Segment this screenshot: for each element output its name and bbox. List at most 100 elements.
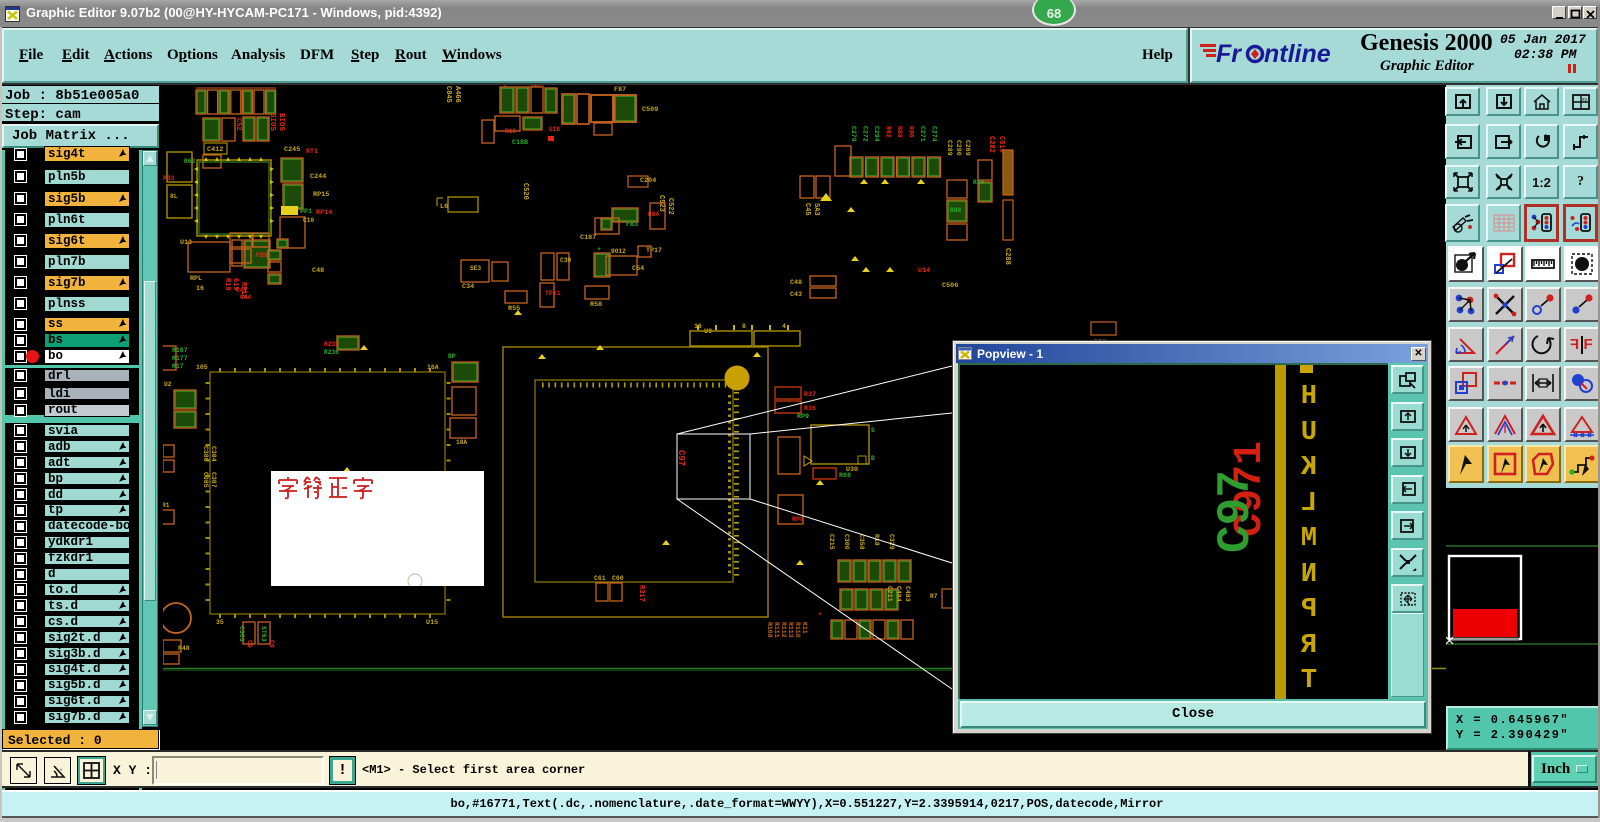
svg-text:H: H xyxy=(1301,382,1317,412)
svg-text:C484: C484 xyxy=(895,586,902,602)
svg-text:C211: C211 xyxy=(886,586,893,602)
svg-text:PP1: PP1 xyxy=(300,208,312,216)
svg-text:+: + xyxy=(597,246,601,254)
svg-text:FB9: FB9 xyxy=(256,252,268,260)
svg-text:SE3: SE3 xyxy=(470,265,481,272)
svg-text:C100: C100 xyxy=(530,85,545,88)
svg-text:C300: C300 xyxy=(843,534,850,550)
svg-text:R236: R236 xyxy=(324,349,339,356)
svg-text:K: K xyxy=(1300,453,1317,483)
svg-text:R235: R235 xyxy=(324,341,339,348)
svg-text:C385: C385 xyxy=(202,472,209,488)
svg-text:C509: C509 xyxy=(642,106,658,114)
svg-text:16: 16 xyxy=(196,285,204,293)
svg-text:+: + xyxy=(818,611,822,619)
svg-text:R111: R111 xyxy=(773,622,780,638)
svg-text:BIOS: BIOS xyxy=(268,113,276,132)
svg-text:P: P xyxy=(1301,595,1317,625)
svg-text:C48: C48 xyxy=(312,267,324,275)
svg-text:RP14: RP14 xyxy=(316,209,332,217)
svg-text:C41: C41 xyxy=(236,287,247,294)
svg-text:4: 4 xyxy=(782,323,786,330)
svg-text:R113: R113 xyxy=(787,622,794,638)
svg-text:L6: L6 xyxy=(440,203,448,211)
svg-text:U18: U18 xyxy=(549,126,560,133)
svg-text:U15: U15 xyxy=(426,619,438,627)
svg-text:R177: R177 xyxy=(172,355,188,362)
svg-text:R92: R92 xyxy=(885,126,892,138)
svg-text:C18B: C18B xyxy=(512,139,528,147)
svg-text:16A: 16A xyxy=(427,364,439,371)
svg-text:C271: C271 xyxy=(919,126,926,142)
svg-text:C845: C845 xyxy=(444,86,452,103)
svg-text:R167: R167 xyxy=(172,347,188,354)
svg-text:C483: C483 xyxy=(904,586,911,602)
svg-text:RP15: RP15 xyxy=(313,191,329,199)
svg-text:C358: C358 xyxy=(858,534,865,550)
svg-text:18A: 18A xyxy=(456,439,467,446)
svg-text:RPL: RPL xyxy=(190,275,202,283)
svg-text:RP8: RP8 xyxy=(792,516,804,524)
svg-text:°: ° xyxy=(60,769,63,775)
svg-text:R17: R17 xyxy=(172,363,184,370)
svg-text:R108: R108 xyxy=(766,622,773,638)
svg-text:F87: F87 xyxy=(614,86,626,94)
svg-text:C387: C387 xyxy=(210,472,217,488)
svg-text:U13: U13 xyxy=(180,239,192,247)
svg-text:U9: U9 xyxy=(704,328,712,336)
svg-text:R68: R68 xyxy=(839,472,851,480)
svg-text:R63: R63 xyxy=(184,158,195,165)
svg-text:C274: C274 xyxy=(931,126,938,142)
svg-text:C44: C44 xyxy=(240,294,251,301)
svg-text:C52: C52 xyxy=(234,118,242,131)
svg-text:TP11: TP11 xyxy=(545,290,561,297)
svg-text:R36: R36 xyxy=(804,405,816,413)
svg-text:C384: C384 xyxy=(210,446,217,462)
svg-text:C244: C244 xyxy=(310,173,326,181)
svg-text:R37: R37 xyxy=(804,391,816,399)
svg-text:R84: R84 xyxy=(973,179,984,186)
svg-text:C97: C97 xyxy=(1210,470,1262,553)
svg-text:C294: C294 xyxy=(873,126,880,142)
svg-text:R317: R317 xyxy=(637,585,645,602)
svg-text:R: R xyxy=(1300,631,1317,661)
svg-text:C522: C522 xyxy=(666,198,674,215)
svg-text:8L: 8L xyxy=(170,193,178,200)
svg-text:35: 35 xyxy=(216,619,224,626)
svg-text:R48: R48 xyxy=(178,645,190,652)
svg-text:FB3: FB3 xyxy=(626,221,638,229)
svg-text:C39: C39 xyxy=(560,257,571,264)
svg-text:8: 8 xyxy=(742,323,746,330)
svg-text:R110: R110 xyxy=(794,622,801,638)
svg-text:N: N xyxy=(1301,560,1317,590)
svg-text:C412: C412 xyxy=(207,146,223,154)
svg-text:C329: C329 xyxy=(888,534,895,550)
svg-text:C61: C61 xyxy=(594,575,606,582)
svg-text:R88: R88 xyxy=(896,126,903,138)
svg-text:C48: C48 xyxy=(790,279,802,287)
svg-text:R112: R112 xyxy=(780,622,787,638)
svg-text:C60: C60 xyxy=(612,575,624,582)
svg-text:BIOS: BIOS xyxy=(277,113,285,132)
svg-text:C289: C289 xyxy=(946,140,953,156)
svg-text:C10: C10 xyxy=(303,217,314,224)
svg-text:C272: C272 xyxy=(862,126,869,142)
svg-text:BP: BP xyxy=(448,353,456,360)
svg-text:C288: C288 xyxy=(1003,248,1011,265)
svg-text:C269: C269 xyxy=(964,140,971,156)
svg-text:K11: K11 xyxy=(801,622,808,634)
svg-text:C43: C43 xyxy=(790,291,802,299)
svg-text:16: 16 xyxy=(694,323,702,330)
svg-text:R10: R10 xyxy=(505,128,516,135)
svg-text:C245: C245 xyxy=(284,146,300,154)
svg-text:U2: U2 xyxy=(164,381,172,388)
svg-text:A466: A466 xyxy=(453,86,461,103)
svg-text:C282: C282 xyxy=(987,136,995,153)
svg-text:R58: R58 xyxy=(590,301,602,309)
svg-text:M: M xyxy=(1301,524,1317,554)
svg-text:U: U xyxy=(1301,418,1317,448)
svg-text:C363: C363 xyxy=(238,626,245,642)
svg-text:B: B xyxy=(871,455,875,462)
svg-text:C506: C506 xyxy=(942,282,958,290)
svg-text:RT1: RT1 xyxy=(306,148,318,156)
